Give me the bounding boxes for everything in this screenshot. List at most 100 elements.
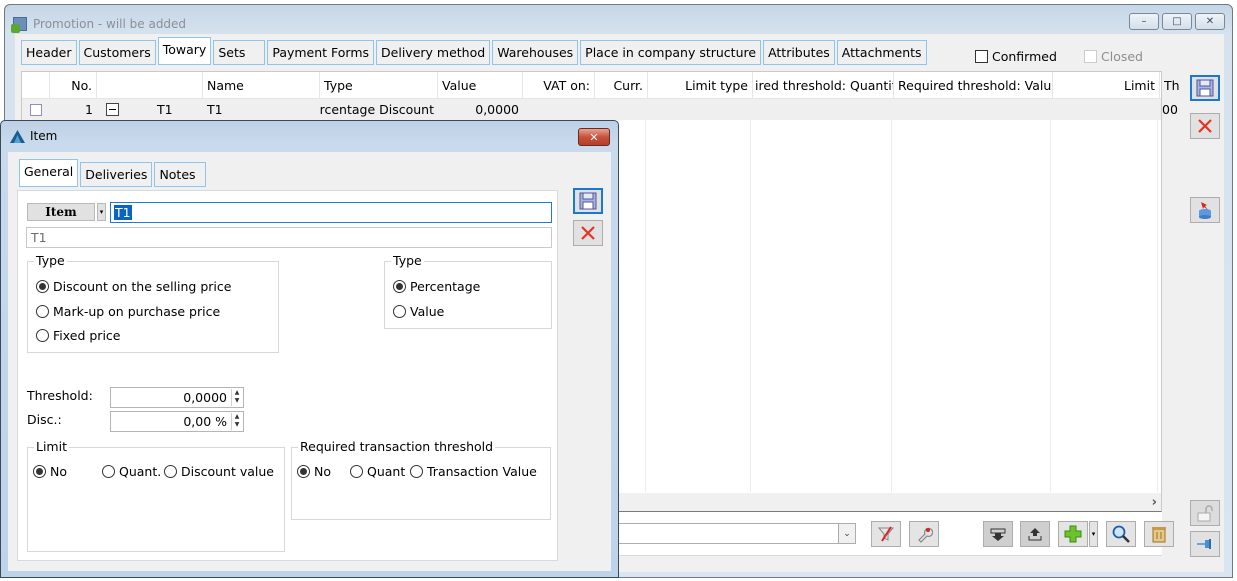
close-button[interactable]: ✕	[1195, 13, 1225, 30]
item-name-input[interactable]: T1	[26, 227, 552, 248]
window-title: Promotion - will be added	[33, 17, 187, 31]
radio-button[interactable]	[393, 305, 406, 318]
item-type-button[interactable]: Item	[27, 203, 95, 221]
radio-button[interactable]	[36, 329, 49, 342]
spin-up-icon[interactable]: ▲	[232, 389, 242, 397]
radio-discount-selling-price[interactable]: Discount on the selling price	[36, 279, 231, 294]
spin-down-icon[interactable]: ▼	[232, 421, 242, 429]
radio-button[interactable]	[164, 465, 177, 478]
tab-warehouses[interactable]: Warehouses	[492, 40, 579, 65]
dialog-close-button[interactable]: ✕	[578, 128, 610, 146]
tab-delivery-method[interactable]: Delivery method	[376, 40, 491, 65]
radio-button[interactable]	[410, 465, 423, 478]
col-name[interactable]: Name	[203, 72, 320, 98]
discount-spinner[interactable]: ▲ ▼	[231, 413, 242, 430]
threshold-input[interactable]: 0,0000 ▲ ▼	[110, 387, 244, 408]
radio-button[interactable]	[36, 280, 49, 293]
dialog-cancel-button[interactable]	[573, 220, 603, 246]
radio-markup-purchase-price[interactable]: Mark-up on purchase price	[36, 304, 220, 319]
radio-button[interactable]	[297, 465, 310, 478]
chevron-down-icon[interactable]: ⌄	[838, 524, 855, 543]
col-code[interactable]	[127, 72, 203, 98]
tab-payment-forms[interactable]: Payment Forms	[267, 40, 375, 65]
radio-button[interactable]	[350, 465, 363, 478]
col-type[interactable]: Type	[320, 72, 438, 98]
radio-limit-discount-value[interactable]: Discount value	[164, 464, 274, 479]
col-vat-on[interactable]: VAT on:	[523, 72, 595, 98]
radio-percentage[interactable]: Percentage	[393, 279, 480, 294]
radio-fixed-price[interactable]: Fixed price	[36, 328, 120, 343]
discount-input[interactable]: 0,00 % ▲ ▼	[110, 411, 244, 432]
col-required-threshold-quantity[interactable]: ired threshold: Quantity	[753, 72, 894, 98]
radio-button[interactable]	[102, 465, 115, 478]
confirmed-checkbox[interactable]: Confirmed	[975, 49, 1057, 64]
collapse-icon[interactable]	[105, 103, 119, 116]
radio-label: Percentage	[410, 279, 481, 294]
add-button[interactable]	[1058, 521, 1088, 547]
minimize-icon: –	[1141, 16, 1147, 27]
add-dropdown-button[interactable]: ▾	[1089, 521, 1098, 547]
col-expander[interactable]	[97, 72, 127, 98]
tab-sets[interactable]: Sets	[213, 40, 266, 65]
lock-button[interactable]	[1190, 500, 1220, 526]
maximize-button[interactable]: □	[1162, 13, 1192, 30]
confirmed-checkbox-box[interactable]	[975, 50, 988, 63]
filter-settings-button[interactable]	[909, 521, 939, 547]
scroll-right-icon[interactable]: ›	[1152, 495, 1157, 510]
dialog-save-button[interactable]	[573, 188, 603, 214]
filter-combo[interactable]: ⌄	[611, 523, 856, 544]
tab-customers[interactable]: Customers	[78, 40, 156, 65]
delete-button[interactable]	[1144, 521, 1174, 547]
tab-deliveries[interactable]: Deliveries	[80, 162, 153, 187]
spin-down-icon[interactable]: ▼	[232, 397, 242, 405]
upload-icon	[1028, 528, 1042, 541]
radio-button[interactable]	[393, 280, 406, 293]
tab-place-in-company-structure[interactable]: Place in company structure	[580, 40, 762, 65]
col-limit[interactable]: Limit	[1053, 72, 1160, 98]
value-type-legend: Type	[391, 253, 424, 268]
col-th[interactable]: Th	[1160, 72, 1190, 98]
table-row[interactable]: 1 T1 T1 Percentage Discount 0,0000 00	[22, 99, 1178, 120]
spin-up-icon[interactable]: ▲	[232, 413, 242, 421]
item-code-input[interactable]: T1	[110, 202, 552, 223]
col-select[interactable]	[22, 72, 50, 98]
col-currency[interactable]: Curr.	[595, 72, 648, 98]
threshold-spinner[interactable]: ▲ ▼	[231, 389, 242, 406]
search-button[interactable]	[1106, 521, 1136, 547]
radio-button[interactable]	[36, 305, 49, 318]
upload-button[interactable]	[1020, 521, 1050, 547]
col-value[interactable]: Value	[438, 72, 523, 98]
radio-limit-quantity[interactable]: Quant.	[102, 464, 161, 479]
item-type-dropdown[interactable]: ▾	[97, 203, 106, 221]
radio-label: Fixed price	[53, 328, 121, 343]
radio-limit-no[interactable]: No	[33, 464, 67, 479]
tab-general[interactable]: General	[19, 159, 79, 187]
radio-required-quant[interactable]: Quant	[350, 464, 405, 479]
tab-attachments[interactable]: Attachments	[836, 40, 927, 65]
import-button[interactable]	[1190, 197, 1220, 223]
closed-checkbox: Closed	[1084, 49, 1143, 64]
tab-header[interactable]: Header	[21, 40, 77, 65]
col-no[interactable]: No.	[50, 72, 97, 98]
radio-button[interactable]	[33, 465, 46, 478]
clear-filter-button[interactable]	[871, 521, 901, 547]
plus-icon	[1064, 525, 1082, 543]
save-button[interactable]	[1190, 75, 1220, 101]
radio-required-transaction-value[interactable]: Transaction Value	[410, 464, 537, 479]
cancel-button[interactable]	[1190, 113, 1220, 139]
row-checkbox[interactable]	[30, 103, 42, 116]
col-required-threshold-value[interactable]: Required threshold: Value	[894, 72, 1053, 98]
tab-notes[interactable]: Notes	[154, 162, 207, 187]
col-limit-type[interactable]: Limit type	[648, 72, 753, 98]
minimize-button[interactable]: –	[1129, 13, 1159, 30]
closed-label: Closed	[1101, 49, 1143, 64]
export-down-button[interactable]	[983, 521, 1013, 547]
required-threshold-legend: Required transaction threshold	[298, 439, 496, 454]
pin-button[interactable]	[1190, 531, 1220, 557]
tab-attributes[interactable]: Attributes	[763, 40, 835, 65]
required-threshold-group: Required transaction threshold No Quant …	[291, 439, 551, 520]
radio-required-no[interactable]: No	[297, 464, 331, 479]
clear-filter-icon	[877, 526, 895, 542]
radio-value[interactable]: Value	[393, 304, 444, 319]
tab-towary[interactable]: Towary	[157, 37, 212, 65]
